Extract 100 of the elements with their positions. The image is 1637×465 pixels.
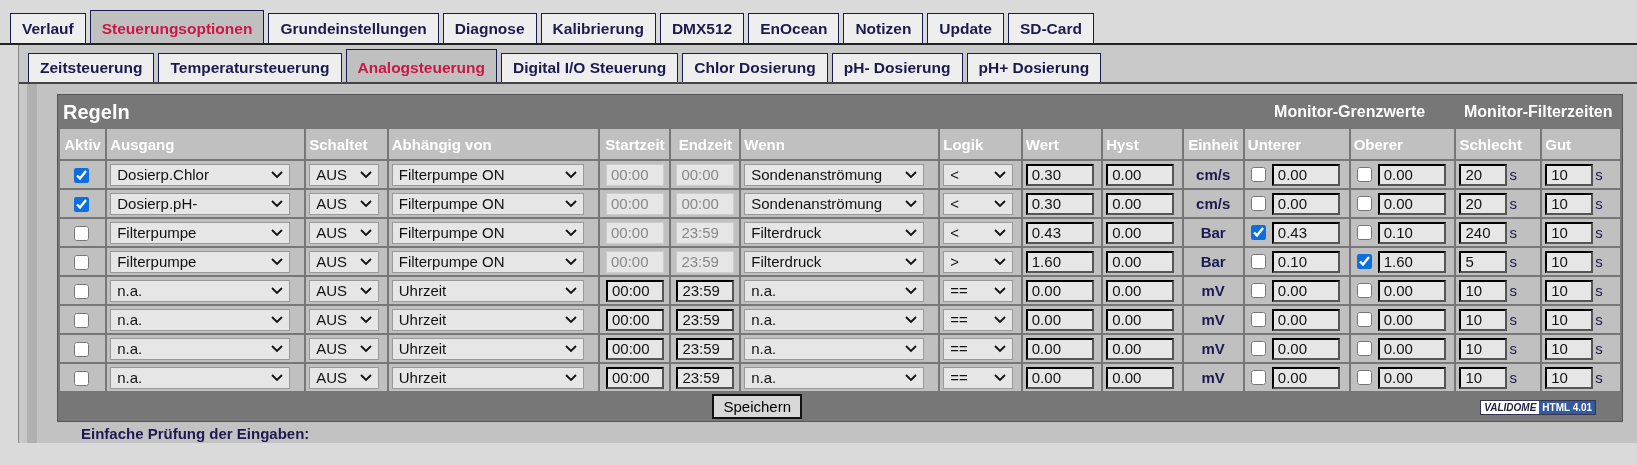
dropdown[interactable]: Filterpumpe: [110, 250, 291, 273]
text-field[interactable]: 0.10: [1377, 221, 1446, 244]
text-field[interactable]: 10: [1545, 337, 1594, 360]
checkbox[interactable]: [1250, 254, 1266, 269]
dropdown[interactable]: n.a.: [110, 308, 291, 331]
text-field[interactable]: 20: [1459, 192, 1508, 215]
checkbox[interactable]: [1250, 167, 1266, 182]
checkbox[interactable]: [73, 226, 89, 242]
dropdown[interactable]: Uhrzeit: [391, 308, 584, 331]
text-field[interactable]: 20: [1459, 163, 1508, 186]
dropdown[interactable]: Filterpumpe ON: [391, 192, 584, 215]
text-field[interactable]: 10: [1545, 163, 1594, 186]
checkbox[interactable]: [73, 371, 89, 387]
text-field[interactable]: 23:59: [676, 337, 735, 360]
tab[interactable]: Temperatursteuerung: [158, 53, 342, 82]
checkbox[interactable]: [1250, 341, 1266, 356]
text-field[interactable]: 0.00: [1106, 337, 1175, 360]
dropdown[interactable]: ==: [943, 337, 1014, 360]
text-field[interactable]: 00:00: [605, 279, 664, 302]
dropdown[interactable]: Uhrzeit: [391, 366, 584, 389]
text-field[interactable]: 1.60: [1377, 250, 1446, 273]
text-field[interactable]: 0.00: [1271, 366, 1340, 389]
tab[interactable]: Kalibrierung: [540, 13, 656, 43]
text-field[interactable]: 0.00: [1025, 366, 1094, 389]
text-field[interactable]: 0.00: [1106, 279, 1175, 302]
text-field[interactable]: 0.00: [1106, 221, 1175, 244]
text-field[interactable]: 0.00: [1106, 192, 1175, 215]
text-field[interactable]: 10: [1545, 221, 1594, 244]
text-field[interactable]: 10: [1459, 308, 1508, 331]
checkbox[interactable]: [1250, 283, 1266, 298]
tab[interactable]: Verlauf: [10, 13, 86, 43]
tab[interactable]: DMX512: [659, 13, 745, 43]
dropdown[interactable]: Dosierp.Chlor: [110, 163, 291, 186]
text-field[interactable]: 0.00: [1025, 308, 1094, 331]
text-field[interactable]: 23:59: [676, 366, 735, 389]
dropdown[interactable]: AUS: [309, 366, 380, 389]
tab[interactable]: Chlor Dosierung: [682, 53, 828, 82]
checkbox[interactable]: [1250, 225, 1266, 240]
text-field[interactable]: 0.00: [1377, 308, 1446, 331]
text-field[interactable]: 0.30: [1025, 192, 1094, 215]
text-field[interactable]: 10: [1459, 279, 1508, 302]
dropdown[interactable]: n.a.: [110, 279, 291, 302]
tab[interactable]: Grundeinstellungen: [268, 13, 439, 43]
text-field[interactable]: 0.00: [1106, 250, 1175, 273]
dropdown[interactable]: AUS: [309, 308, 380, 331]
tab[interactable]: Notizen: [843, 13, 924, 43]
dropdown[interactable]: Uhrzeit: [391, 279, 584, 302]
checkbox[interactable]: [1356, 167, 1372, 182]
validator-badge[interactable]: VALIDOME HTML 4.01: [1480, 400, 1597, 415]
tab[interactable]: EnOcean: [748, 13, 840, 43]
tab[interactable]: pH+ Dosierung: [966, 53, 1102, 82]
dropdown[interactable]: Sondenanströmung: [744, 192, 925, 215]
dropdown[interactable]: Filterpumpe ON: [391, 221, 584, 244]
dropdown[interactable]: AUS: [309, 221, 380, 244]
text-field[interactable]: 5: [1459, 250, 1508, 273]
dropdown[interactable]: n.a.: [110, 366, 291, 389]
checkbox[interactable]: [73, 197, 89, 213]
dropdown[interactable]: n.a.: [744, 366, 925, 389]
checkbox[interactable]: [1250, 196, 1266, 211]
text-field[interactable]: 23:59: [676, 279, 735, 302]
dropdown[interactable]: n.a.: [744, 308, 925, 331]
checkbox[interactable]: [1250, 312, 1266, 327]
checkbox[interactable]: [1356, 370, 1372, 385]
tab[interactable]: Zeitsteuerung: [28, 53, 155, 82]
dropdown[interactable]: >: [943, 250, 1014, 273]
dropdown[interactable]: AUS: [309, 279, 380, 302]
text-field[interactable]: 0.00: [1271, 337, 1340, 360]
dropdown[interactable]: n.a.: [110, 337, 291, 360]
dropdown[interactable]: ==: [943, 279, 1014, 302]
checkbox[interactable]: [1356, 341, 1372, 356]
text-field[interactable]: 0.43: [1025, 221, 1094, 244]
checkbox[interactable]: [1356, 312, 1372, 327]
checkbox[interactable]: [1356, 225, 1372, 240]
dropdown[interactable]: Filterpumpe ON: [391, 250, 584, 273]
dropdown[interactable]: AUS: [309, 192, 380, 215]
dropdown[interactable]: <: [943, 163, 1014, 186]
tab[interactable]: Update: [927, 13, 1004, 43]
text-field[interactable]: 0.00: [1377, 163, 1446, 186]
text-field[interactable]: 0.00: [1106, 366, 1175, 389]
text-field[interactable]: 10: [1545, 279, 1594, 302]
dropdown[interactable]: n.a.: [744, 337, 925, 360]
checkbox[interactable]: [73, 168, 89, 184]
text-field[interactable]: 0.00: [1271, 308, 1340, 331]
dropdown[interactable]: <: [943, 221, 1014, 244]
text-field[interactable]: 0.00: [1106, 163, 1175, 186]
dropdown[interactable]: Filterpumpe ON: [391, 163, 584, 186]
text-field[interactable]: 10: [1545, 308, 1594, 331]
text-field[interactable]: 10: [1545, 192, 1594, 215]
checkbox[interactable]: [73, 284, 89, 300]
text-field[interactable]: 0.00: [1025, 279, 1094, 302]
text-field[interactable]: 0.43: [1271, 221, 1340, 244]
text-field[interactable]: 0.00: [1025, 337, 1094, 360]
text-field[interactable]: 00:00: [605, 337, 664, 360]
tab[interactable]: Diagnose: [442, 13, 537, 43]
checkbox[interactable]: [1356, 283, 1372, 298]
text-field[interactable]: 0.00: [1106, 308, 1175, 331]
dropdown[interactable]: Dosierp.pH-: [110, 192, 291, 215]
text-field[interactable]: 0.00: [1271, 163, 1340, 186]
checkbox[interactable]: [1356, 254, 1372, 269]
text-field[interactable]: 0.00: [1377, 337, 1446, 360]
